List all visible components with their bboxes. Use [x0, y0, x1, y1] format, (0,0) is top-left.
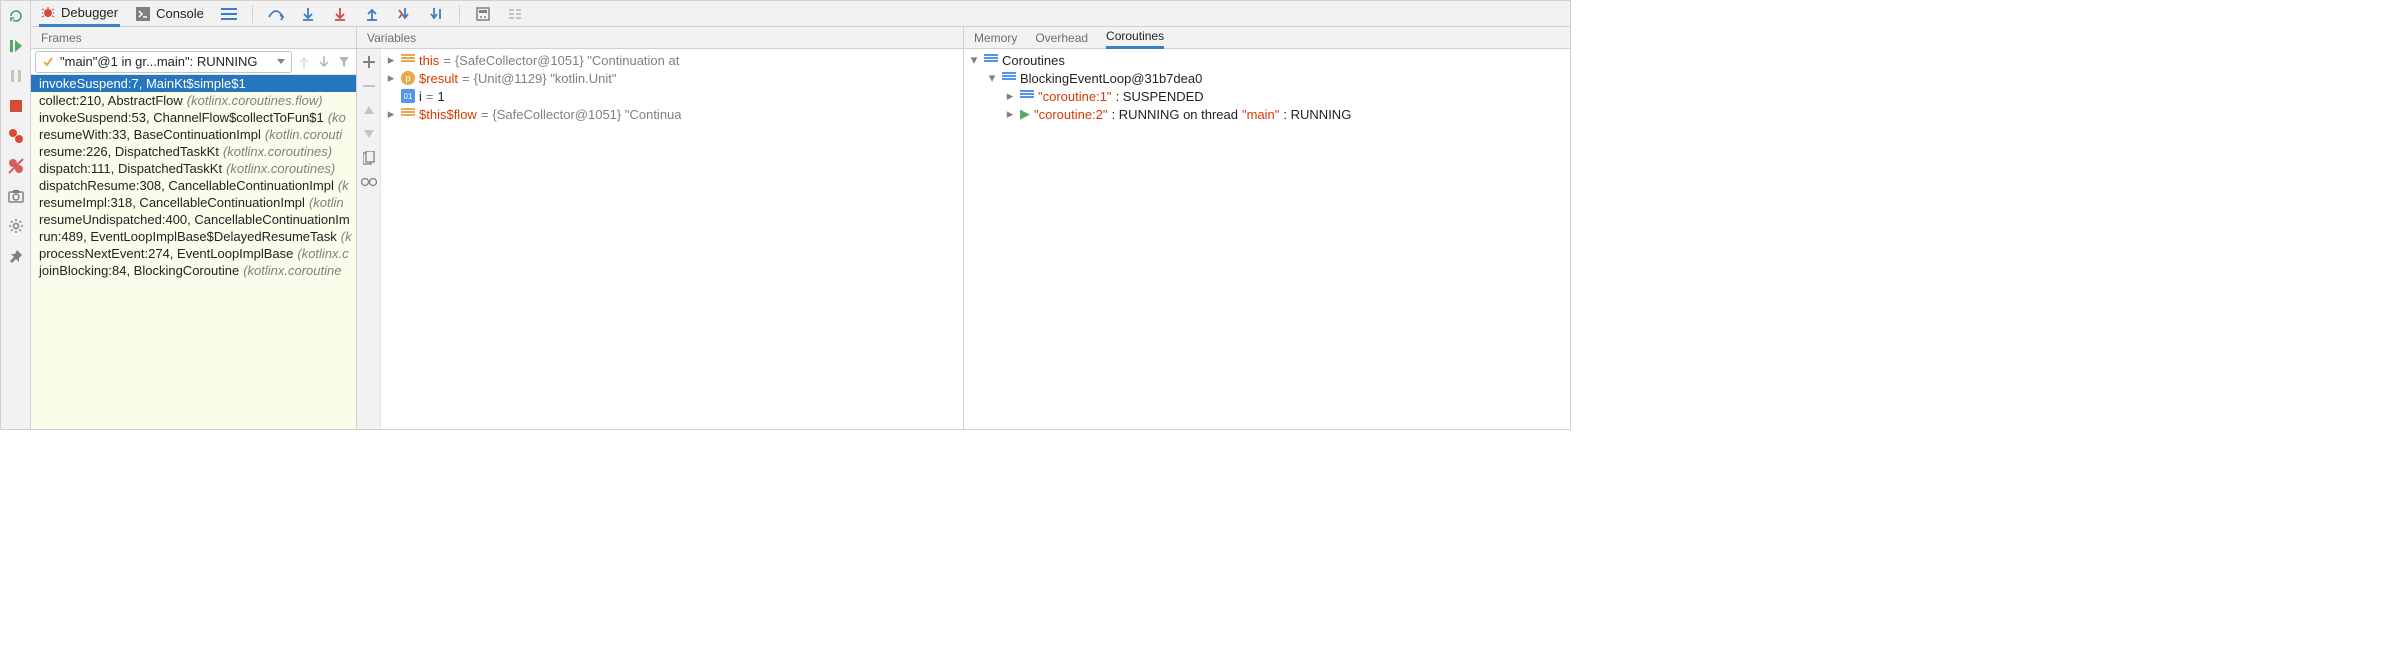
variable-row[interactable]: 01 i = 1	[385, 87, 959, 105]
stop-icon[interactable]	[5, 95, 27, 117]
add-watch-icon[interactable]	[360, 53, 378, 71]
running-icon: ▶	[1020, 106, 1030, 122]
group-icon	[1002, 72, 1016, 84]
trace-icon[interactable]	[506, 5, 524, 23]
frame-item[interactable]: resume:226, DispatchedTaskKt(kotlinx.cor…	[31, 143, 356, 160]
variable-row[interactable]: ▸ this = {SafeCollector@1051} "Continuat…	[385, 51, 959, 69]
frame-item[interactable]: joinBlocking:84, BlockingCoroutine(kotli…	[31, 262, 356, 279]
collapse-icon[interactable]: ▾	[986, 72, 998, 84]
console-icon	[136, 7, 150, 21]
variables-sidebar	[357, 49, 381, 429]
object-icon	[401, 54, 415, 66]
variable-row[interactable]: ▸ $this$flow = {SafeCollector@1051} "Con…	[385, 105, 959, 123]
primitive-icon: 01	[401, 89, 415, 103]
frame-item[interactable]: invokeSuspend:53, ChannelFlow$collectToF…	[31, 109, 356, 126]
tab-coroutines[interactable]: Coroutines	[1106, 27, 1164, 49]
coroutines-panel: Memory Overhead Coroutines ▾ Coroutines …	[964, 27, 1570, 429]
object-icon	[401, 108, 415, 120]
expand-icon[interactable]: ▸	[385, 108, 397, 120]
frames-panel: Frames "main"@1 in gr...main": RUNNING i…	[31, 27, 357, 429]
breakpoints-icon[interactable]	[5, 125, 27, 147]
run-to-cursor-icon[interactable]	[427, 5, 445, 23]
tab-overhead[interactable]: Overhead	[1035, 27, 1088, 49]
copy-icon[interactable]	[360, 149, 378, 167]
variables-tree[interactable]: ▸ this = {SafeCollector@1051} "Continuat…	[381, 49, 963, 429]
step-out-icon[interactable]	[363, 5, 381, 23]
frames-header: Frames	[31, 27, 356, 49]
frames-list[interactable]: invokeSuspend:7, MainKt$simple$1 collect…	[31, 75, 356, 429]
resume-icon[interactable]	[5, 35, 27, 57]
threads-icon[interactable]	[220, 5, 238, 23]
pin-icon[interactable]	[5, 245, 27, 267]
frame-item[interactable]: resumeWith:33, BaseContinuationImpl(kotl…	[31, 126, 356, 143]
coroutine-loop[interactable]: ▾ BlockingEventLoop@31b7dea0	[968, 69, 1566, 87]
next-frame-icon[interactable]	[316, 54, 332, 70]
debug-toolbar: Debugger Console	[31, 1, 1570, 27]
settings-icon[interactable]	[5, 215, 27, 237]
filter-icon[interactable]	[336, 54, 352, 70]
thread-selector-label: "main"@1 in gr...main": RUNNING	[60, 54, 258, 69]
prev-frame-icon[interactable]	[296, 54, 312, 70]
check-icon	[42, 56, 54, 68]
coroutine-item[interactable]: ▸ ▶ "coroutine:2": RUNNING on thread "ma…	[968, 105, 1566, 123]
tab-console[interactable]: Console	[134, 1, 206, 27]
glasses-icon[interactable]	[360, 173, 378, 191]
coroutine-root[interactable]: ▾ Coroutines	[968, 51, 1566, 69]
expand-icon[interactable]: ▸	[1004, 108, 1016, 120]
up-icon[interactable]	[360, 101, 378, 119]
expand-icon[interactable]: ▸	[1004, 90, 1016, 102]
drop-frame-icon[interactable]	[395, 5, 413, 23]
tab-memory[interactable]: Memory	[974, 27, 1017, 49]
variables-header: Variables	[357, 27, 963, 49]
frame-item[interactable]: collect:210, AbstractFlow(kotlinx.corout…	[31, 92, 356, 109]
step-over-icon[interactable]	[267, 5, 285, 23]
tab-console-label: Console	[156, 6, 204, 21]
frame-item[interactable]: dispatchResume:308, CancellableContinuat…	[31, 177, 356, 194]
bug-icon	[41, 5, 55, 19]
expand-icon[interactable]: ▸	[385, 72, 397, 84]
down-icon[interactable]	[360, 125, 378, 143]
collapse-icon[interactable]: ▾	[968, 54, 980, 66]
group-icon	[1020, 90, 1034, 102]
thread-selector[interactable]: "main"@1 in gr...main": RUNNING	[35, 51, 292, 73]
expand-icon[interactable]: ▸	[385, 54, 397, 66]
variables-panel: Variables ▸ this = {Safe	[357, 27, 964, 429]
evaluate-icon[interactable]	[474, 5, 492, 23]
frame-item[interactable]: resumeImpl:318, CancellableContinuationI…	[31, 194, 356, 211]
right-tabs: Memory Overhead Coroutines	[964, 27, 1570, 49]
chevron-down-icon	[277, 59, 285, 65]
frame-item[interactable]: run:489, EventLoopImplBase$DelayedResume…	[31, 228, 356, 245]
remove-watch-icon[interactable]	[360, 77, 378, 95]
frame-item[interactable]: processNextEvent:274, EventLoopImplBase(…	[31, 245, 356, 262]
camera-icon[interactable]	[5, 185, 27, 207]
rerun-icon[interactable]	[5, 5, 27, 27]
coroutine-item[interactable]: ▸ "coroutine:1": SUSPENDED	[968, 87, 1566, 105]
tab-debugger[interactable]: Debugger	[39, 1, 120, 27]
step-into-icon[interactable]	[299, 5, 317, 23]
frame-item[interactable]: invokeSuspend:7, MainKt$simple$1	[31, 75, 356, 92]
param-icon: p	[401, 71, 415, 85]
left-rail	[1, 1, 31, 429]
coroutines-tree[interactable]: ▾ Coroutines ▾ BlockingEventLoop@31b7dea…	[964, 49, 1570, 429]
tab-debugger-label: Debugger	[61, 5, 118, 20]
frame-item[interactable]: dispatch:111, DispatchedTaskKt(kotlinx.c…	[31, 160, 356, 177]
group-icon	[984, 54, 998, 66]
force-step-into-icon[interactable]	[331, 5, 349, 23]
pause-icon[interactable]	[5, 65, 27, 87]
mute-breakpoints-icon[interactable]	[5, 155, 27, 177]
frame-item[interactable]: resumeUndispatched:400, CancellableConti…	[31, 211, 356, 228]
variable-row[interactable]: ▸ p $result = {Unit@1129} "kotlin.Unit"	[385, 69, 959, 87]
